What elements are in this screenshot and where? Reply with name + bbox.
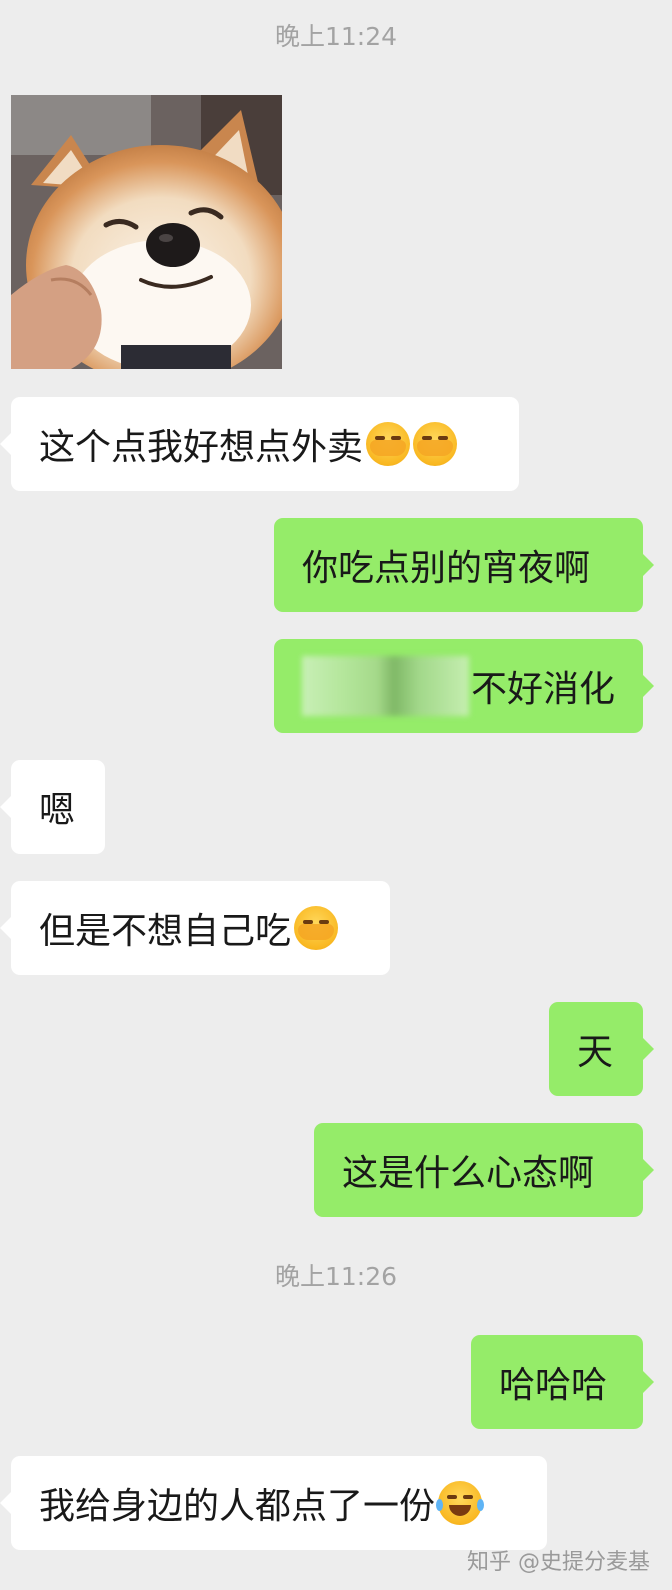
facepalm-cry-emoji (413, 422, 458, 466)
message-text: 这是什么心态啊 (342, 1153, 595, 1194)
message-bubble-right[interactable]: 哈哈哈 (471, 1335, 654, 1429)
message-bubble-left[interactable]: 这个点我好想点外卖 (0, 397, 519, 491)
shiba-inu-photo[interactable] (11, 95, 282, 369)
timestamp: 晚上11:26 (274, 1262, 398, 1291)
message-bubble-left[interactable]: 我给身边的人都点了一份 (0, 1456, 547, 1550)
message-text: 这个点我好想点外卖 (39, 427, 364, 468)
message-text: 不好消化 (470, 669, 615, 710)
message-bubble-left[interactable]: 但是不想自己吃 (0, 881, 390, 975)
message-bubble-left[interactable]: 嗯 (0, 760, 105, 854)
message-text: 嗯 (39, 790, 76, 831)
message-text: 但是不想自己吃 (39, 911, 292, 952)
tears-of-joy-emoji (436, 1481, 485, 1525)
zhihu-watermark: 知乎 @史提分麦基 (467, 1550, 650, 1575)
redacted-text (302, 656, 469, 716)
message-bubble-right[interactable]: 这是什么心态啊 (314, 1123, 654, 1217)
timestamp: 晚上11:24 (274, 22, 398, 51)
message-bubble-right[interactable]: 不好消化 (274, 639, 654, 733)
message-text: 我给身边的人都点了一份 (39, 1486, 436, 1527)
shiba-inu-image (11, 95, 282, 369)
message-text: 哈哈哈 (499, 1365, 608, 1406)
facepalm-cry-emoji (366, 422, 411, 466)
message-text: 你吃点别的宵夜啊 (302, 548, 591, 589)
message-bubble-right[interactable]: 天 (549, 1002, 654, 1096)
message-text: 天 (577, 1032, 614, 1073)
message-bubble-right[interactable]: 你吃点别的宵夜啊 (274, 518, 654, 612)
facepalm-cry-emoji (294, 906, 339, 950)
